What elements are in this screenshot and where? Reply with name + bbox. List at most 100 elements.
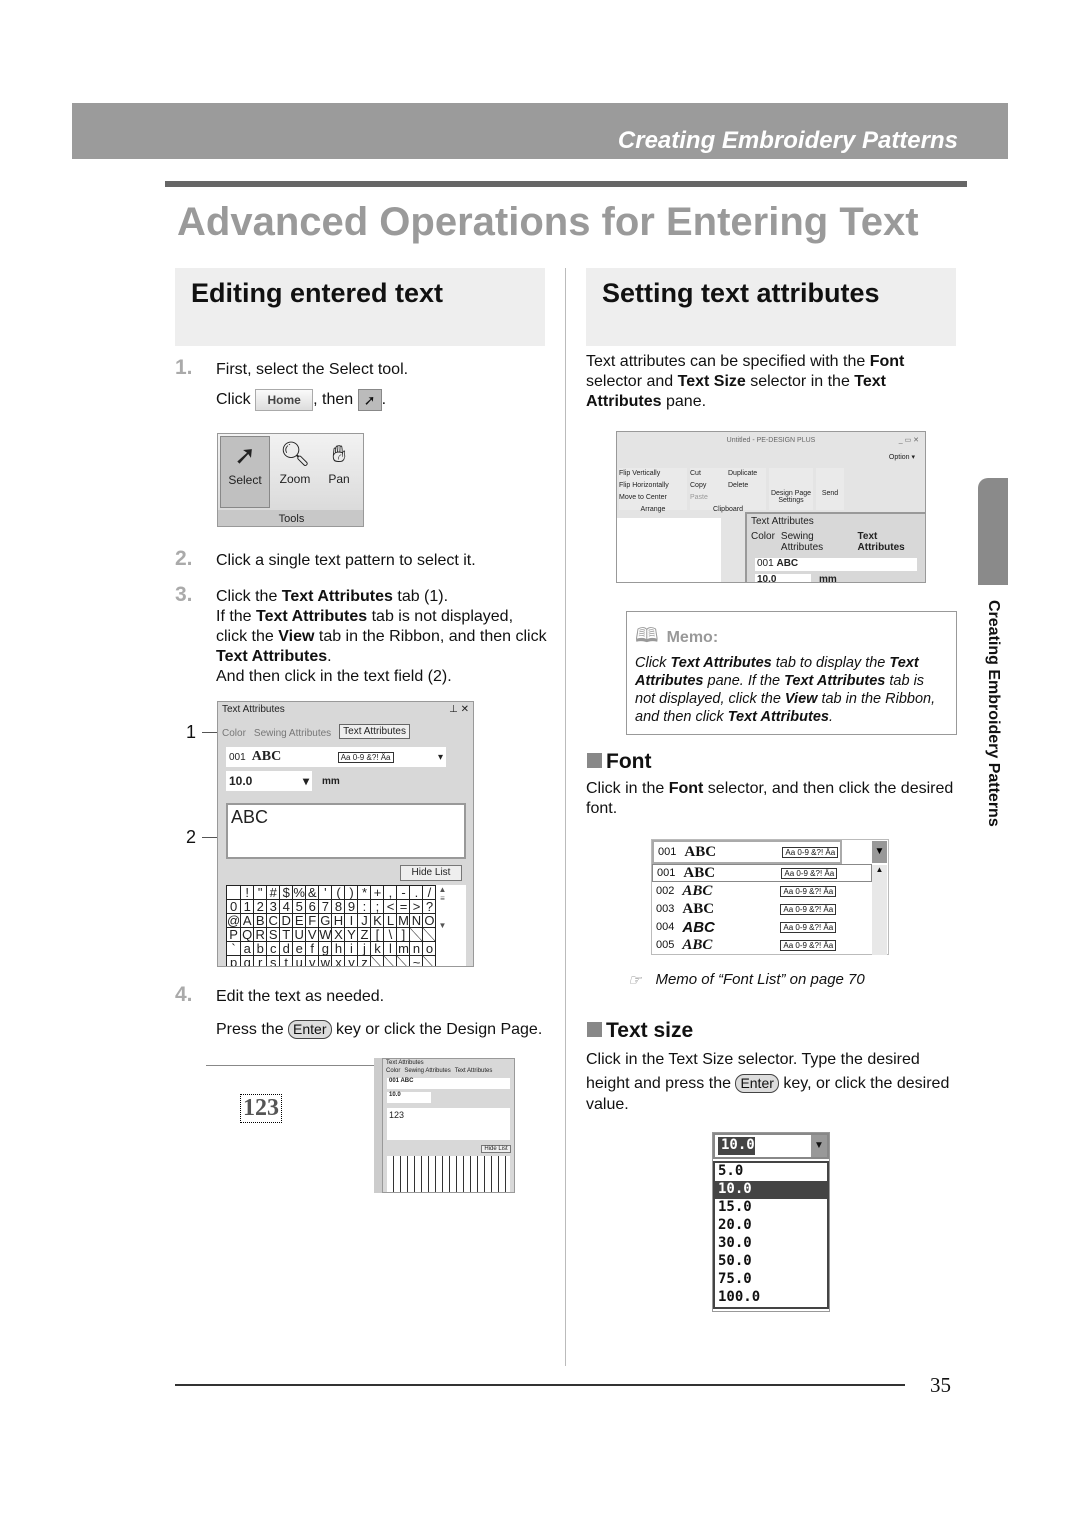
character-cell[interactable]: " (253, 885, 268, 900)
size-option[interactable]: 100.0 (715, 1289, 827, 1307)
selected-text-pattern[interactable]: 123 (240, 1094, 282, 1123)
character-cell[interactable]: D (279, 913, 294, 928)
character-cell[interactable]: h (331, 941, 346, 956)
flip-vertically[interactable]: Flip Vertically (619, 468, 687, 480)
font-selector[interactable]: 001 ABC (387, 1078, 510, 1089)
character-cell[interactable]: # (266, 885, 281, 900)
character-cell[interactable]: - (396, 885, 411, 900)
text-input-field[interactable]: 123 (387, 1108, 510, 1140)
character-cell[interactable]: 5 (292, 899, 307, 914)
character-cell[interactable]: R (253, 927, 268, 942)
hide-list-button[interactable]: Hide List (481, 1145, 511, 1153)
font-selector[interactable]: 001 ABC Aa 0-9 &?! Äa ▾ (226, 747, 446, 767)
text-size-selector[interactable]: 10.0 ▾ (226, 771, 312, 791)
tab[interactable]: Text Attributes (455, 1068, 493, 1074)
character-cell[interactable]: % (292, 885, 307, 900)
empty-cell[interactable] (422, 955, 437, 966)
send-button[interactable]: Send (816, 468, 844, 510)
character-cell[interactable]: ; (370, 899, 385, 914)
character-cell[interactable]: e (292, 941, 307, 956)
text-size-selector[interactable]: 10.0 ▼ (713, 1133, 829, 1159)
character-cell[interactable]: < (383, 899, 398, 914)
character-cell[interactable]: p (225, 955, 242, 966)
character-cell[interactable]: v (305, 955, 320, 966)
character-cell[interactable]: q (240, 955, 255, 966)
character-cell[interactable]: @ (225, 913, 242, 928)
font-selector[interactable]: 001 ABC (755, 558, 917, 571)
character-cell[interactable]: $ (279, 885, 294, 900)
character-cell[interactable]: ( (331, 885, 346, 900)
move-to-center[interactable]: Move to Center (619, 492, 687, 504)
character-cell[interactable]: , (383, 885, 398, 900)
character-cell[interactable]: j (357, 941, 372, 956)
option-menu[interactable]: Option (889, 454, 910, 461)
character-cell[interactable]: E (292, 913, 307, 928)
empty-cell[interactable] (409, 927, 424, 942)
character-cell[interactable]: 9 (344, 899, 359, 914)
character-cell[interactable]: ~ (409, 955, 424, 966)
character-cell[interactable]: ? (422, 899, 437, 914)
character-cell[interactable]: y (344, 955, 359, 966)
character-cell[interactable]: : (357, 899, 372, 914)
character-cell[interactable]: l (383, 941, 398, 956)
font-option[interactable]: 005 ABC Aa 0-9 &?! Äa (652, 936, 872, 954)
character-cell[interactable]: N (409, 913, 424, 928)
character-cell[interactable]: F (305, 913, 320, 928)
character-cell[interactable]: / (422, 885, 437, 900)
character-cell[interactable]: M (396, 913, 411, 928)
font-option[interactable]: 004 ABC Aa 0-9 &?! Äa (652, 918, 872, 936)
character-grid[interactable]: ! " # $% & '() * +, -./0 1 2 3 4 5 6 7 8 9:; < = >? @ A B C D E F G H… (225, 885, 437, 966)
character-cell[interactable]: 4 (279, 899, 294, 914)
character-cell[interactable]: d (279, 941, 294, 956)
character-cell[interactable]: & (305, 885, 320, 900)
tab-sewing-attributes[interactable]: Sewing Attributes (254, 728, 331, 739)
character-cell[interactable]: + (370, 885, 385, 900)
character-cell[interactable]: ! (240, 885, 255, 900)
character-cell[interactable]: n (409, 941, 424, 956)
dropdown-arrow-icon[interactable]: ▼ (872, 841, 887, 863)
size-option[interactable]: 75.0 (715, 1271, 827, 1289)
character-cell[interactable]: Y (344, 927, 359, 942)
character-cell[interactable]: 0 (225, 899, 242, 914)
tab-color[interactable]: Color (222, 728, 246, 739)
character-cell[interactable]: 6 (305, 899, 320, 914)
flip-horizontally[interactable]: Flip Horizontally (619, 480, 687, 492)
character-cell[interactable]: T (279, 927, 294, 942)
character-cell[interactable]: s (266, 955, 281, 966)
character-cell[interactable]: = (396, 899, 411, 914)
character-cell[interactable]: \ (383, 927, 398, 942)
character-cell[interactable]: m (396, 941, 411, 956)
character-cell[interactable]: K (370, 913, 385, 928)
character-cell[interactable]: c (266, 941, 281, 956)
character-cell[interactable]: > (409, 899, 424, 914)
size-option[interactable]: 30.0 (715, 1235, 827, 1253)
character-cell[interactable]: 2 (253, 899, 268, 914)
character-cell[interactable]: k (370, 941, 385, 956)
character-cell[interactable]: 7 (318, 899, 333, 914)
character-cell[interactable]: J (357, 913, 372, 928)
character-cell[interactable]: 3 (266, 899, 281, 914)
tab-color[interactable]: Color (751, 531, 775, 553)
character-cell[interactable]: i (344, 941, 359, 956)
character-cell[interactable]: S (266, 927, 281, 942)
text-input-field[interactable]: ABC (226, 803, 466, 859)
character-cell[interactable]: * (357, 885, 372, 900)
scrollbar[interactable]: ▲ ≡ ▼ (436, 885, 448, 966)
character-cell[interactable] (225, 885, 242, 900)
delete[interactable]: Delete (728, 480, 766, 492)
character-grid[interactable] (387, 1156, 510, 1192)
character-cell[interactable]: Q (240, 927, 255, 942)
character-cell[interactable]: t (279, 955, 294, 966)
character-cell[interactable]: G (318, 913, 333, 928)
character-cell[interactable]: H (331, 913, 346, 928)
character-cell[interactable]: x (331, 955, 346, 966)
font-option[interactable]: 003 ABC Aa 0-9 &?! Äa (652, 900, 872, 918)
size-option[interactable]: 5.0 (715, 1163, 827, 1181)
cut[interactable]: Cut (690, 468, 728, 480)
copy[interactable]: Copy (690, 480, 728, 492)
hide-list-button[interactable]: Hide List (400, 865, 462, 881)
character-cell[interactable]: O (422, 913, 437, 928)
character-cell[interactable]: z (357, 955, 372, 966)
character-cell[interactable]: w (318, 955, 333, 966)
character-cell[interactable]: a (240, 941, 255, 956)
